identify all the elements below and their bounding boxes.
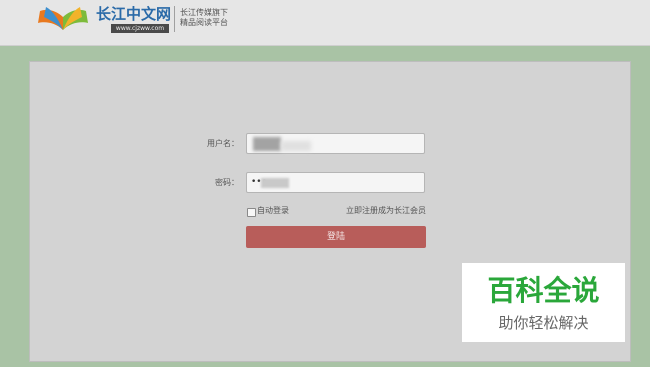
password-input[interactable]: ••• <box>246 172 425 193</box>
auto-login-checkbox[interactable] <box>247 208 256 217</box>
register-link[interactable]: 立即注册成为长江会员 <box>346 206 426 216</box>
watermark-subtitle: 助你轻松解决 <box>498 314 589 332</box>
password-redacted <box>261 178 289 188</box>
header-divider <box>174 6 175 32</box>
username-redacted-tail <box>281 141 311 151</box>
username-input[interactable] <box>246 133 425 154</box>
book-logo-icon[interactable] <box>36 3 90 33</box>
watermark-title: 百科全说 <box>487 274 600 307</box>
watermark: 百科全说 助你轻松解决 <box>462 263 625 342</box>
username-label: 用户名： <box>207 139 239 148</box>
tagline-line1: 长江传媒旗下 <box>180 8 228 17</box>
tagline-line2: 精品阅读平台 <box>180 18 228 27</box>
site-name[interactable]: 长江中文网 <box>96 6 171 22</box>
username-redacted <box>253 137 281 151</box>
password-label: 密码： <box>215 178 239 187</box>
site-url: www.cjzww.com <box>111 24 169 33</box>
auto-login-label[interactable]: 自动登录 <box>257 206 289 216</box>
login-button[interactable]: 登陆 <box>246 226 426 248</box>
site-header: 长江中文网 www.cjzww.com 长江传媒旗下 精品阅读平台 <box>0 0 650 46</box>
